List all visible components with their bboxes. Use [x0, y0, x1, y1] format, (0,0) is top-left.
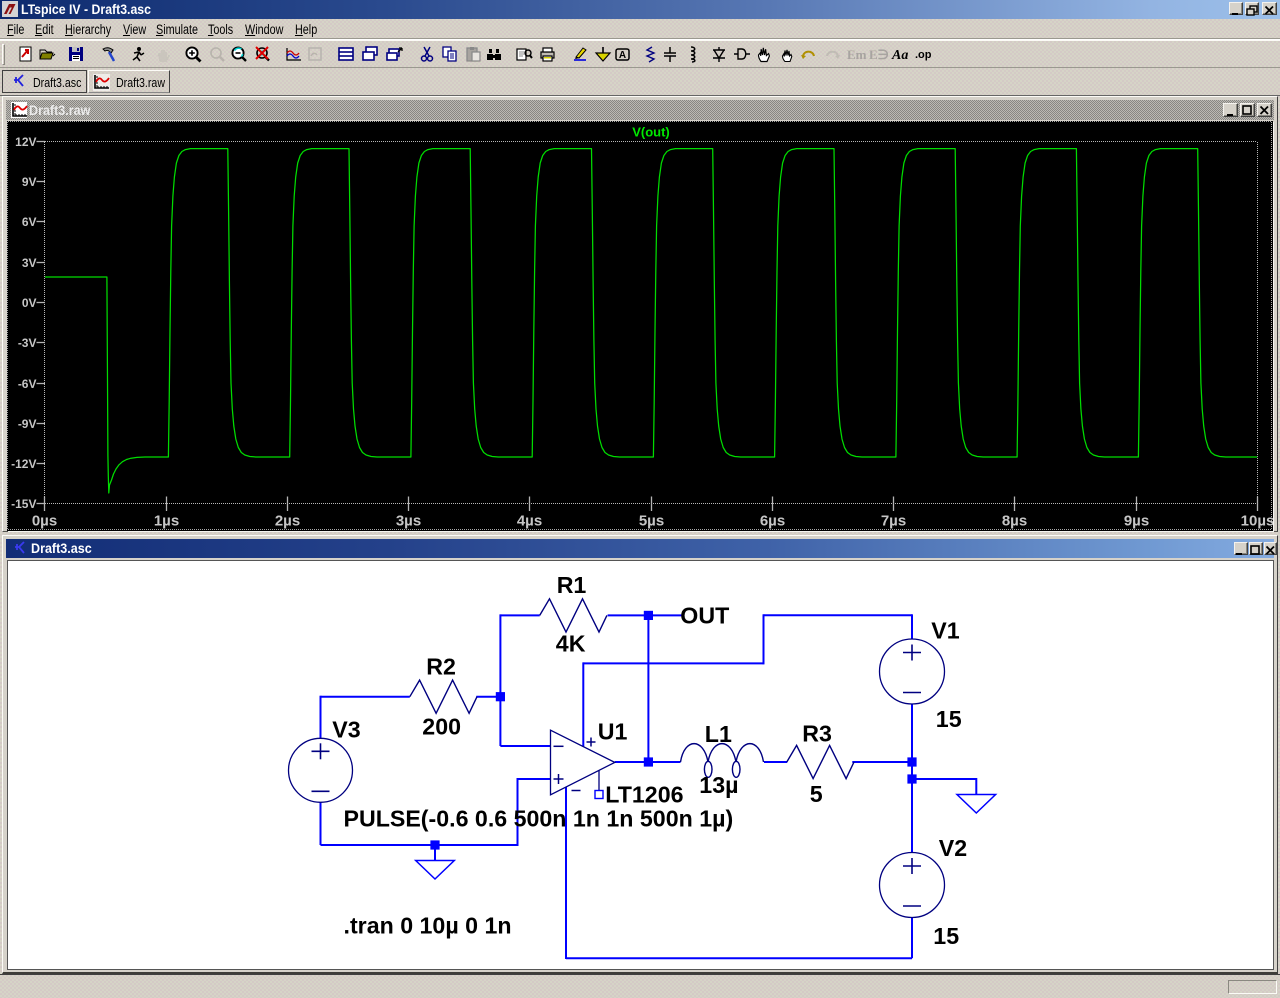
svg-text:U1: U1 — [598, 719, 628, 745]
svg-text:Aa: Aa — [891, 48, 908, 63]
svg-text:OUT: OUT — [680, 603, 729, 629]
svg-text:L1: L1 — [705, 721, 732, 747]
svg-text:V2: V2 — [939, 835, 967, 861]
svg-text:200: 200 — [422, 714, 461, 740]
svg-text:10µs: 10µs — [1241, 513, 1273, 530]
svg-text:Em: Em — [847, 47, 867, 62]
svg-text:V3: V3 — [332, 717, 360, 743]
svg-text:0µs: 0µs — [32, 513, 57, 530]
svg-text:12V: 12V — [15, 135, 36, 149]
svg-text:E∋: E∋ — [869, 47, 889, 62]
svg-text:R1: R1 — [557, 572, 587, 598]
svg-text:.tran 0 10µ 0 1n: .tran 0 10µ 0 1n — [344, 913, 512, 939]
svg-text:V(out): V(out) — [632, 125, 670, 140]
svg-text:3µs: 3µs — [396, 513, 421, 530]
svg-text:4K: 4K — [556, 631, 586, 657]
svg-text:LT1206: LT1206 — [605, 782, 683, 808]
svg-text:A: A — [619, 50, 626, 61]
svg-text:0V: 0V — [22, 296, 37, 310]
svg-text:2µs: 2µs — [275, 513, 300, 530]
svg-text:6µs: 6µs — [760, 513, 785, 530]
svg-text:-3V: -3V — [18, 336, 37, 350]
svg-text:-6V: -6V — [18, 377, 37, 391]
svg-text:-12V: -12V — [11, 457, 36, 471]
svg-text:9µs: 9µs — [1124, 513, 1149, 530]
svg-text:15: 15 — [936, 706, 962, 732]
svg-text:13µ: 13µ — [699, 772, 738, 798]
svg-text:1µs: 1µs — [154, 513, 179, 530]
svg-text:V1: V1 — [931, 618, 959, 644]
svg-text:R2: R2 — [426, 654, 456, 680]
svg-text:6V: 6V — [22, 215, 37, 229]
svg-text:8µs: 8µs — [1002, 513, 1027, 530]
svg-text:-15V: -15V — [11, 497, 36, 511]
svg-text:4µs: 4µs — [517, 513, 542, 530]
svg-text:9V: 9V — [22, 175, 37, 189]
svg-text:7µs: 7µs — [881, 513, 906, 530]
svg-text:5: 5 — [810, 781, 823, 807]
svg-text:5µs: 5µs — [639, 513, 664, 530]
svg-text:R3: R3 — [802, 721, 832, 747]
svg-text:.op: .op — [915, 49, 932, 61]
svg-text:3V: 3V — [22, 256, 37, 270]
svg-text:PULSE(-0.6 0.6 500n 1n 1n 500n: PULSE(-0.6 0.6 500n 1n 1n 500n 1µ) — [344, 806, 734, 832]
svg-text:15: 15 — [933, 923, 959, 949]
svg-text:-9V: -9V — [18, 417, 37, 431]
